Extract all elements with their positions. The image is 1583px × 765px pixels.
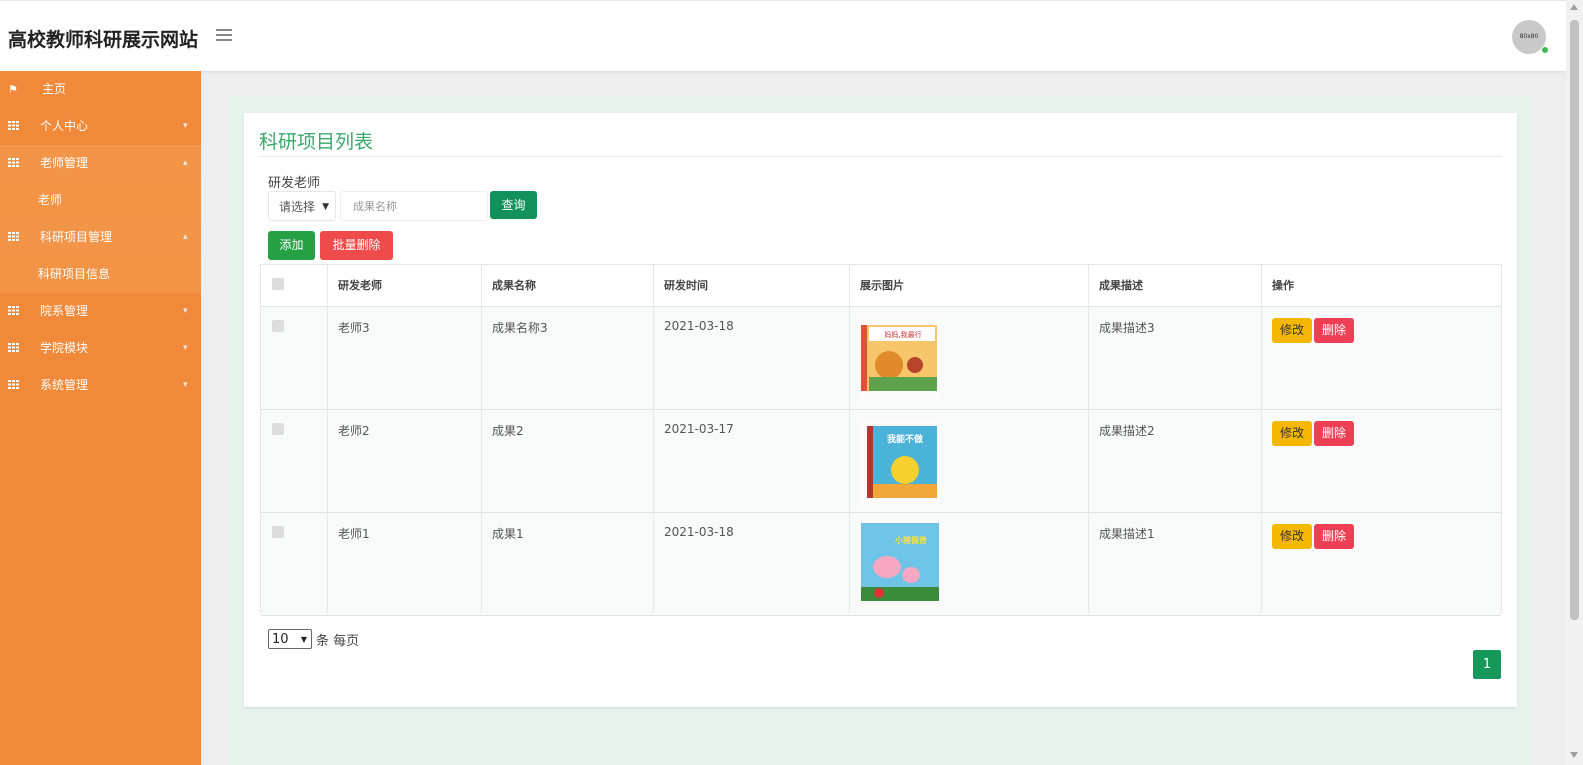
- sidebar-item-label: 主页: [42, 82, 67, 96]
- cell-date: 2021-03-18: [664, 319, 734, 333]
- research-project-panel: 科研项目列表 研发老师 请选择 ▼ 成果名称 查询 添加 批量删除 研发老师 成…: [244, 113, 1517, 707]
- row-checkbox[interactable]: [272, 423, 284, 435]
- column-divider: [1088, 265, 1089, 613]
- cell-teacher: 老师3: [338, 321, 370, 335]
- table-row: 老师3 成果名称3 2021-03-18 妈妈,我最行 成果描述3 修改 删除: [261, 307, 1501, 410]
- sidebar-item-research-project-management[interactable]: 科研项目管理 ▴: [0, 219, 201, 256]
- bulk-delete-button[interactable]: 批量删除: [320, 231, 393, 260]
- grid-icon: [8, 145, 19, 182]
- scroll-thumb[interactable]: [1570, 20, 1579, 620]
- flag-icon: ⚑: [8, 83, 18, 96]
- teacher-select-value: 请选择: [279, 200, 316, 214]
- cell-description: 成果描述2: [1099, 424, 1155, 438]
- sidebar-item-teacher-management[interactable]: 老师管理 ▴: [0, 145, 201, 182]
- book-cover-thumbnail[interactable]: 我能不做: [859, 420, 941, 502]
- column-divider: [481, 265, 482, 613]
- book-cover-thumbnail[interactable]: 妈妈,我最行: [859, 317, 941, 399]
- column-divider: [653, 265, 654, 613]
- grid-icon: [8, 367, 19, 404]
- cover-title: 我能不做: [887, 433, 924, 445]
- pagination-page-1[interactable]: 1: [1473, 650, 1501, 679]
- cell-name: 成果2: [492, 424, 524, 438]
- menu-toggle-icon[interactable]: [216, 29, 232, 41]
- sidebar-item-personal-center[interactable]: 个人中心 ▾: [0, 108, 201, 145]
- teacher-filter-label: 研发老师: [268, 176, 321, 191]
- sidebar-item-college-module[interactable]: 学院模块 ▾: [0, 330, 201, 367]
- table-header-row: 研发老师 成果名称 研发时间 展示图片 成果描述 操作: [261, 265, 1501, 308]
- cover-title: 小猪佩奇: [894, 535, 927, 545]
- chevron-down-icon: ▾: [183, 343, 188, 353]
- edit-button[interactable]: 修改: [1272, 421, 1312, 446]
- cell-date: 2021-03-17: [664, 422, 734, 436]
- cell-name: 成果1: [492, 527, 524, 541]
- scroll-down-arrow-icon[interactable]: [1570, 752, 1578, 758]
- edit-button[interactable]: 修改: [1272, 524, 1312, 549]
- sidebar-item-label: 老师管理: [40, 156, 89, 170]
- column-divider: [327, 265, 328, 613]
- column-header-image: 展示图片: [860, 279, 904, 292]
- sidebar-item-label: 院系管理: [40, 304, 89, 318]
- cell-description: 成果描述3: [1099, 321, 1155, 335]
- teacher-select[interactable]: 请选择 ▼: [268, 191, 336, 221]
- edit-button[interactable]: 修改: [1272, 318, 1312, 343]
- column-header-actions: 操作: [1272, 279, 1294, 292]
- top-header: 高校教师科研展示网站 80x80: [0, 0, 1566, 71]
- chevron-down-icon: ▾: [183, 306, 188, 316]
- sidebar-subitem-teacher[interactable]: 老师: [0, 182, 201, 219]
- chevron-down-icon: ▼: [322, 202, 329, 212]
- column-header-date: 研发时间: [664, 279, 708, 292]
- site-title: 高校教师科研展示网站: [8, 29, 199, 51]
- page-size-label: 条 每页: [316, 634, 360, 649]
- search-button[interactable]: 查询: [490, 191, 537, 219]
- sidebar-item-home[interactable]: ⚑ 主页: [0, 71, 201, 108]
- delete-button[interactable]: 删除: [1314, 421, 1354, 446]
- select-all-checkbox[interactable]: [272, 278, 284, 290]
- divider: [259, 156, 1502, 157]
- sidebar-item-label: 个人中心: [40, 119, 89, 133]
- book-cover-thumbnail[interactable]: 小猪佩奇: [859, 521, 941, 603]
- research-project-table: 研发老师 成果名称 研发时间 展示图片 成果描述 操作 老师3 成果名称3 20…: [260, 264, 1502, 616]
- row-checkbox[interactable]: [272, 526, 284, 538]
- sidebar-item-label: 系统管理: [40, 378, 89, 392]
- chevron-down-icon: ▼: [300, 635, 307, 644]
- page-size-value: 10: [272, 632, 289, 647]
- cell-description: 成果描述1: [1099, 527, 1155, 541]
- delete-button[interactable]: 删除: [1314, 318, 1354, 343]
- scroll-up-arrow-icon[interactable]: [1570, 4, 1578, 10]
- page-size-select[interactable]: 10 ▼: [268, 629, 312, 649]
- online-status-dot: [1541, 46, 1549, 54]
- column-header-description: 成果描述: [1099, 279, 1143, 292]
- chevron-up-icon: ▴: [183, 232, 188, 242]
- chevron-down-icon: ▾: [183, 380, 188, 390]
- cell-date: 2021-03-18: [664, 525, 734, 539]
- cover-title: 妈妈,我最行: [884, 330, 921, 339]
- cell-teacher: 老师2: [338, 424, 370, 438]
- page-scrollbar[interactable]: [1566, 0, 1583, 765]
- grid-icon: [8, 330, 19, 367]
- table-row: 老师2 成果2 2021-03-17 我能不做 成果描述2 修改 删除: [261, 410, 1501, 513]
- cell-teacher: 老师1: [338, 527, 370, 541]
- cell-name: 成果名称3: [492, 321, 548, 335]
- grid-icon: [8, 219, 19, 256]
- row-checkbox[interactable]: [272, 320, 284, 332]
- sidebar-subitem-research-project-info[interactable]: 科研项目信息: [0, 256, 201, 293]
- sidebar: ⚑ 主页 个人中心 ▾ 老师管理 ▴ 老师 科研项目管理 ▴ 科研项目信息 院系…: [0, 71, 201, 765]
- grid-icon: [8, 108, 19, 145]
- column-header-name: 成果名称: [492, 279, 536, 292]
- delete-button[interactable]: 删除: [1314, 524, 1354, 549]
- sidebar-item-label: 学院模块: [40, 341, 89, 355]
- page-title: 科研项目列表: [259, 131, 374, 153]
- sidebar-item-label: 科研项目管理: [40, 230, 113, 244]
- column-divider: [849, 265, 850, 613]
- grid-icon: [8, 293, 19, 330]
- achievement-name-search-input[interactable]: 成果名称: [340, 191, 488, 221]
- add-button[interactable]: 添加: [268, 231, 315, 260]
- column-divider: [1261, 265, 1262, 613]
- table-row: 老师1 成果1 2021-03-18 小猪佩奇 成果描述1 修改 删除: [261, 513, 1501, 616]
- sidebar-item-department-management[interactable]: 院系管理 ▾: [0, 293, 201, 330]
- chevron-down-icon: ▾: [183, 121, 188, 131]
- chevron-up-icon: ▴: [183, 158, 188, 168]
- sidebar-item-system-management[interactable]: 系统管理 ▾: [0, 367, 201, 404]
- column-header-teacher: 研发老师: [338, 279, 382, 292]
